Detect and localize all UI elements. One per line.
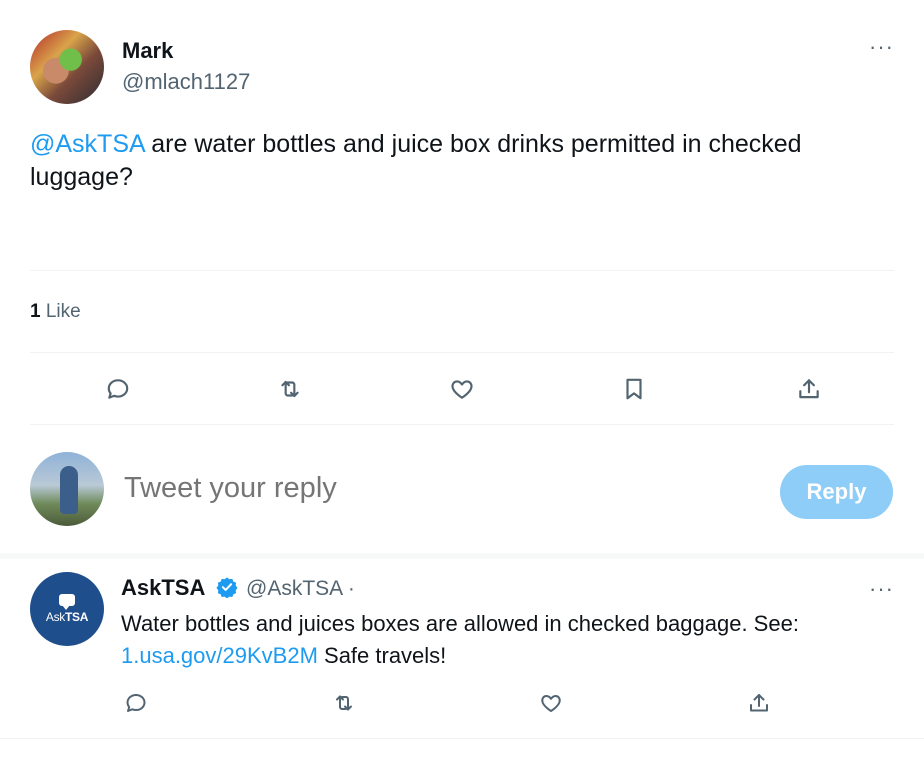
tweet-body: are water bottles and juice box drinks p… <box>30 130 802 191</box>
divider <box>0 553 924 559</box>
more-options-icon[interactable]: ··· <box>869 36 894 58</box>
avatar[interactable] <box>30 30 104 104</box>
main-tweet: Mark @mlach1127 ··· @AskTSA are water bo… <box>0 0 924 553</box>
author-name[interactable]: AskTSA <box>121 575 205 601</box>
reply-icon[interactable] <box>121 688 151 718</box>
share-icon[interactable] <box>744 688 774 718</box>
author-handle[interactable]: @mlach1127 <box>122 69 250 95</box>
more-options-icon[interactable]: ··· <box>869 578 894 600</box>
like-count[interactable]: 1 Like <box>30 301 81 323</box>
avatar-label: AskTSA <box>45 610 89 624</box>
verified-badge-icon <box>216 577 238 598</box>
bookmark-icon[interactable] <box>619 374 649 404</box>
chat-bubble-icon <box>59 594 75 610</box>
like-icon[interactable] <box>447 374 477 404</box>
avatar[interactable] <box>30 452 104 526</box>
reply-input[interactable] <box>124 472 724 505</box>
tweet-body-end: Safe travels! <box>317 643 447 668</box>
share-icon[interactable] <box>794 374 824 404</box>
url-link[interactable]: 1.usa.gov/29KvB2M <box>121 643 318 668</box>
retweet-icon[interactable] <box>329 688 359 718</box>
author-handle[interactable]: @AskTSA · <box>246 577 355 601</box>
tweet-text: Water bottles and juices boxes are allow… <box>121 608 891 672</box>
avatar-label-prefix: Ask <box>45 610 65 624</box>
like-count-number: 1 <box>30 301 41 322</box>
like-icon[interactable] <box>536 688 566 718</box>
retweet-icon[interactable] <box>275 374 305 404</box>
like-count-label: Like <box>40 301 81 322</box>
tweet-text: @AskTSA are water bottles and juice box … <box>30 128 890 194</box>
divider <box>30 270 894 271</box>
avatar[interactable]: AskTSA <box>30 572 104 646</box>
author-name[interactable]: Mark <box>122 38 173 64</box>
divider <box>30 424 894 425</box>
divider <box>30 352 894 353</box>
tweet-body: Water bottles and juices boxes are allow… <box>121 611 799 636</box>
reply-button[interactable]: Reply <box>780 465 893 519</box>
mention-link[interactable]: @AskTSA <box>30 130 144 158</box>
reply-icon[interactable] <box>103 374 133 404</box>
divider <box>0 738 924 739</box>
avatar-label-bold: TSA <box>65 610 89 624</box>
